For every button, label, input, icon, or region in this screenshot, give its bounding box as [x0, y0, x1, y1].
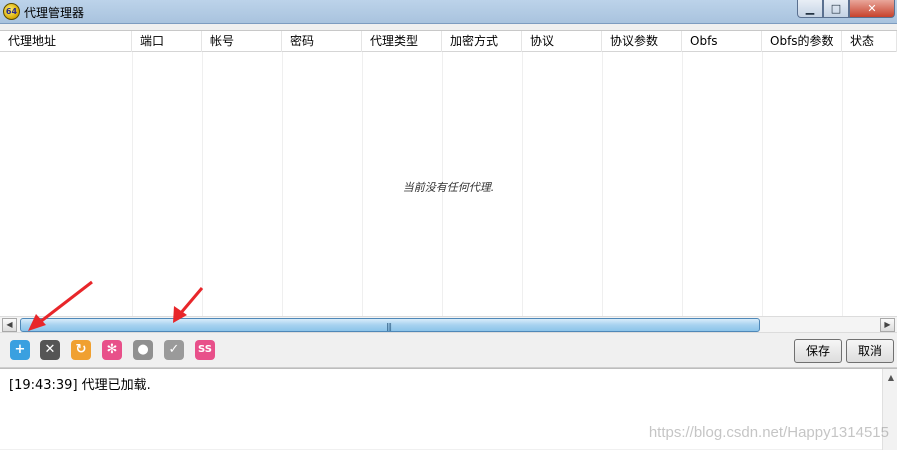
column-header[interactable]: 代理地址	[0, 31, 132, 52]
watermark: https://blog.csdn.net/Happy1314515	[648, 424, 889, 441]
maximize-button[interactable]: □	[823, 0, 849, 18]
column-header[interactable]: 端口	[132, 31, 202, 52]
window-title: 代理管理器	[24, 6, 85, 20]
add-icon[interactable]: +	[10, 340, 30, 360]
scroll-up-icon[interactable]: ▲	[888, 373, 894, 382]
app-64-icon: 64	[3, 3, 20, 20]
minimize-button[interactable]: ▁	[797, 0, 823, 18]
scroll-left-icon[interactable]: ◀	[2, 318, 17, 332]
column-header[interactable]: Obfs的参数	[762, 31, 842, 52]
log-panel[interactable]: [19:43:39] 代理已加载. ▲ https://blog.csdn.ne…	[0, 368, 897, 450]
column-header[interactable]: 协议	[522, 31, 602, 52]
empty-table-message: 当前没有任何代理.	[402, 181, 495, 194]
ss-icon[interactable]: SS	[195, 340, 215, 360]
delete-icon[interactable]: ✕	[40, 340, 60, 360]
column-header[interactable]: 状态	[842, 31, 897, 52]
scroll-grip-icon: |||	[386, 322, 392, 331]
toolbar: + ✕ ↻ ✻ ● ✓ SS 保存 取消	[0, 334, 897, 368]
table-header: 代理地址 端口 帐号 密码 代理类型 加密方式 协议 协议参数 Obfs Obfs的参数 状态	[0, 31, 897, 52]
scroll-thumb[interactable]: |||	[20, 318, 760, 332]
title-bar: 64 代理管理器 ▁ □ ✕	[0, 0, 897, 24]
maximize-icon: □	[830, 2, 842, 15]
cancel-button[interactable]: 取消	[846, 339, 894, 363]
column-header[interactable]: 加密方式	[442, 31, 522, 52]
column-header[interactable]: 代理类型	[362, 31, 442, 52]
close-button[interactable]: ✕	[849, 0, 895, 18]
proxy-table[interactable]: 代理地址 端口 帐号 密码 代理类型 加密方式 协议 协议参数 Obfs Obfs的参数 状态 当前…	[0, 30, 897, 316]
check-icon[interactable]: ✓	[164, 340, 184, 360]
column-header[interactable]: 帐号	[202, 31, 282, 52]
bulb-icon[interactable]: ●	[133, 340, 153, 360]
window-controls: ▁ □ ✕	[797, 0, 895, 18]
log-line: [19:43:39] 代理已加载.	[9, 378, 151, 393]
refresh-icon[interactable]: ↻	[71, 340, 91, 360]
column-header[interactable]: 协议参数	[602, 31, 682, 52]
column-header[interactable]: 密码	[282, 31, 362, 52]
column-header[interactable]: Obfs	[682, 31, 762, 52]
minimize-icon: ▁	[805, 2, 815, 15]
scroll-right-icon[interactable]: ▶	[880, 318, 895, 332]
close-icon: ✕	[867, 2, 877, 15]
settings-icon[interactable]: ✻	[102, 340, 122, 360]
save-button[interactable]: 保存	[794, 339, 842, 363]
horizontal-scrollbar[interactable]: ◀ ||| ▶	[0, 316, 897, 333]
